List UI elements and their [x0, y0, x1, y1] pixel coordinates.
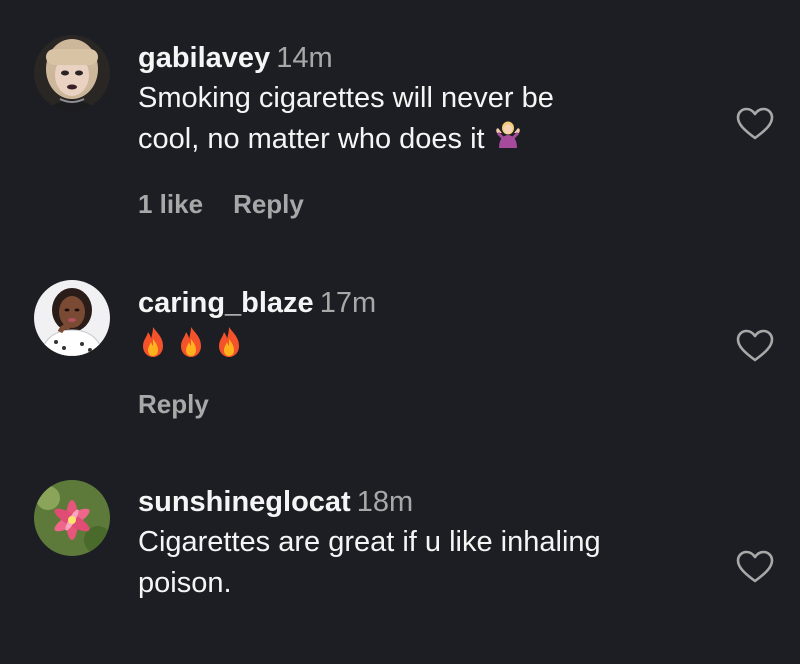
timestamp: 18m [356, 486, 414, 518]
comment-text-line: cool, no matter who does it [138, 123, 485, 155]
comment-text-line-with-emoji: cool, no matter who does it [138, 119, 708, 161]
comment-text-line: poison. [138, 567, 232, 599]
avatar-photo [34, 280, 110, 356]
heart-outline-icon [736, 107, 774, 140]
avatar-photo [34, 480, 110, 556]
avatar[interactable] [34, 280, 110, 356]
username[interactable]: caring_blaze [138, 287, 314, 319]
comment-meta: gabilavey 14m [138, 38, 708, 78]
comment-body: caring_blaze 17m [138, 283, 708, 370]
like-button[interactable] [736, 107, 774, 141]
comment-text: Smoking cigarettes will never be cool, n… [138, 78, 708, 161]
comment-text [138, 323, 708, 370]
fire-emoji-icon [176, 326, 206, 370]
heart-outline-icon [736, 550, 774, 583]
comment-item: caring_blaze 17m Reply [0, 250, 800, 470]
fire-emoji-icon [138, 326, 168, 370]
reply-button[interactable]: Reply [233, 189, 304, 219]
comment-body: gabilavey 14m Smoking cigarettes will nev… [138, 38, 708, 161]
comment-text: Cigarettes are great if u like inhaling … [138, 522, 708, 604]
timestamp: 14m [276, 42, 333, 74]
avatar[interactable] [34, 480, 110, 556]
comment-text-line: Cigarettes are great if u like inhaling [138, 526, 601, 558]
fire-emoji-icon [214, 326, 244, 370]
woman-shrugging-emoji-icon [493, 119, 523, 161]
comment-body: sunshineglocat 18m Cigarettes are great i… [138, 482, 708, 604]
comments-list: gabilavey 14m Smoking cigarettes will nev… [0, 0, 800, 664]
reply-button[interactable]: Reply [138, 389, 209, 419]
comment-item: sunshineglocat 18m Cigarettes are great i… [0, 470, 800, 664]
like-button[interactable] [736, 329, 774, 363]
avatar[interactable] [34, 35, 110, 111]
comment-actions: Reply [138, 389, 209, 420]
heart-outline-icon [736, 329, 774, 362]
comment-meta: sunshineglocat 18m [138, 482, 708, 522]
comment-meta: caring_blaze 17m [138, 283, 708, 323]
comment-actions: 1 like Reply [138, 189, 304, 220]
username[interactable]: gabilavey [138, 42, 270, 74]
timestamp: 17m [319, 287, 377, 319]
likes-count-button[interactable]: 1 like [138, 189, 203, 219]
username[interactable]: sunshineglocat [138, 486, 351, 518]
like-button[interactable] [736, 550, 774, 584]
comment-item: gabilavey 14m Smoking cigarettes will nev… [0, 0, 800, 250]
avatar-photo [34, 35, 110, 111]
comment-text-line: Smoking cigarettes will never be [138, 82, 554, 114]
